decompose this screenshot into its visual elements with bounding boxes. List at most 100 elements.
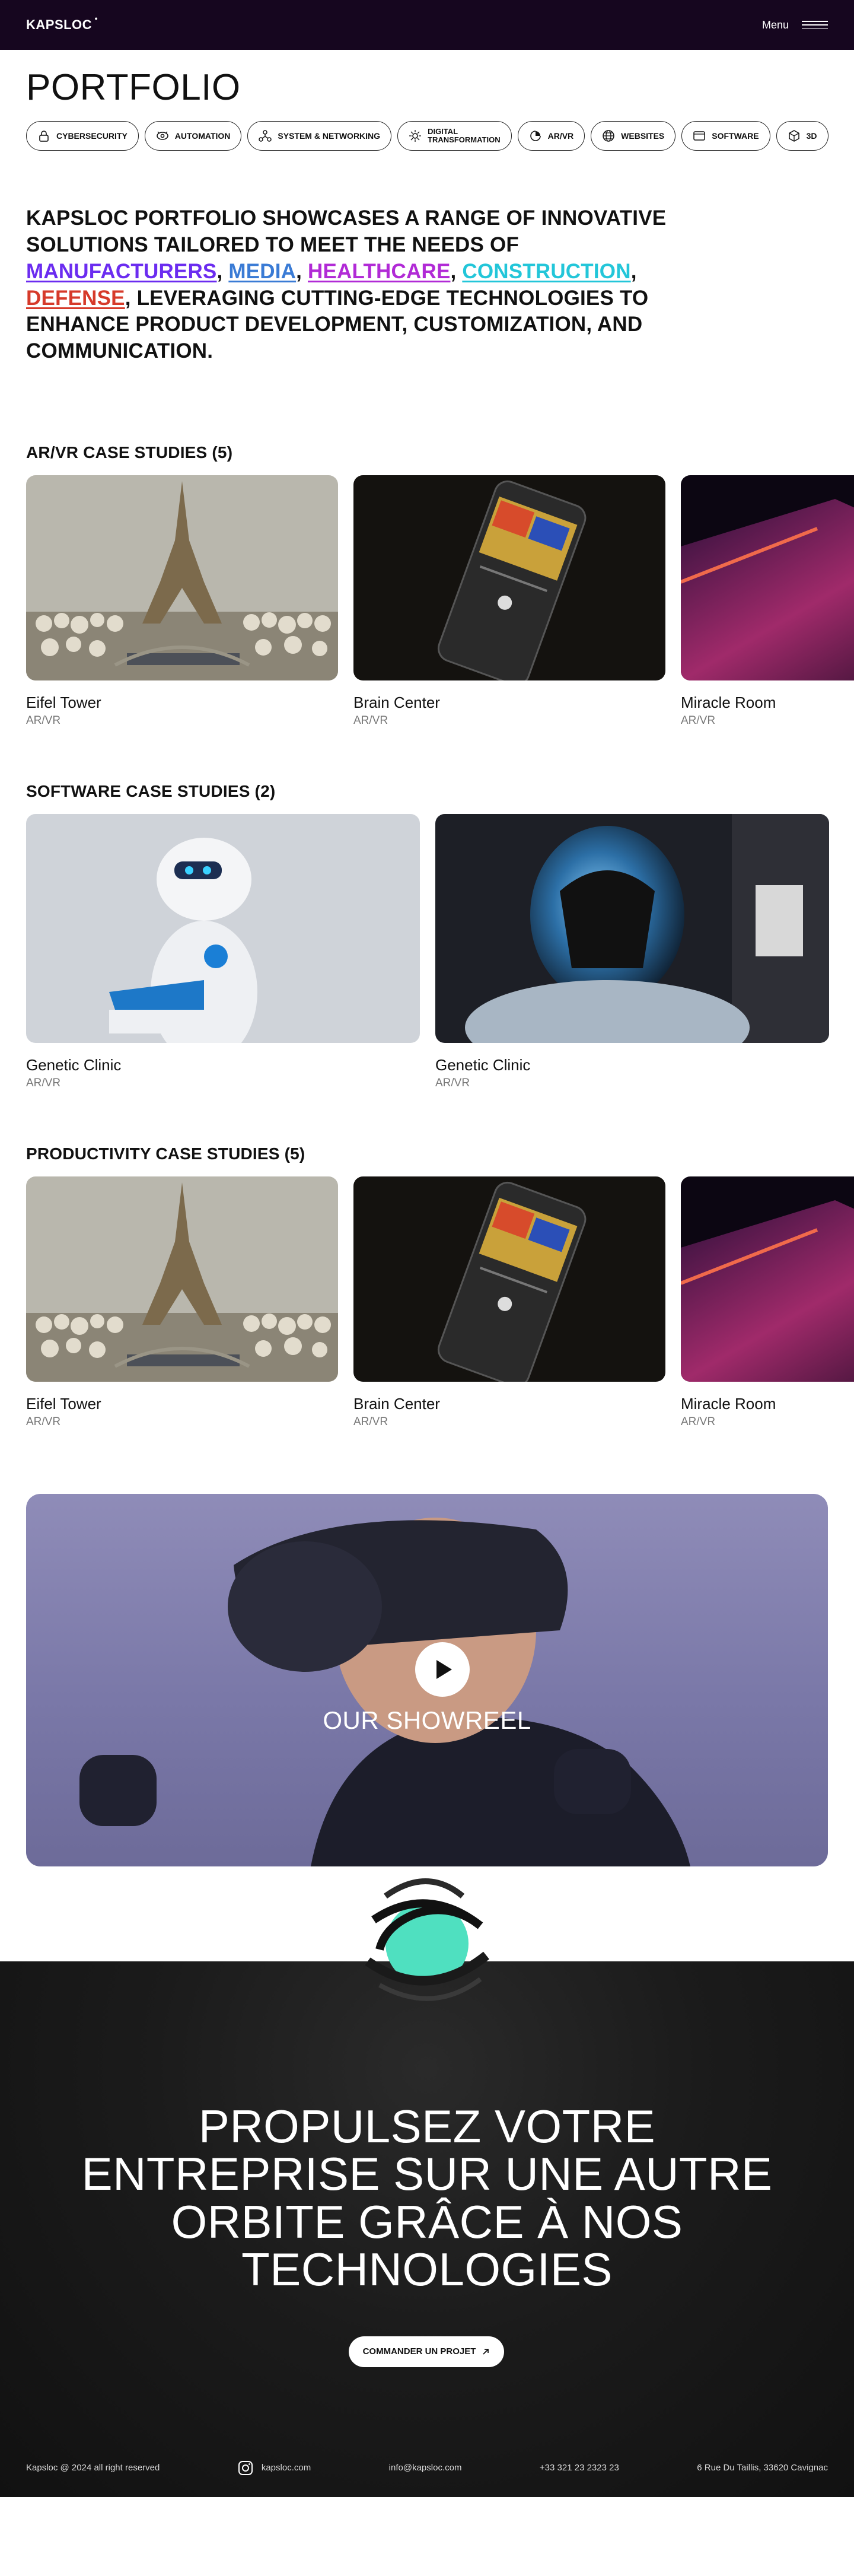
cube-icon bbox=[788, 129, 801, 142]
intro-separator: , bbox=[296, 259, 308, 283]
card-tag: AR/VR bbox=[26, 714, 61, 727]
filter-label: TRANSFORMATION bbox=[428, 135, 501, 145]
case-study-card[interactable]: Genetic Clinic AR/VR bbox=[26, 813, 420, 1090]
case-study-row: Genetic Clinic AR/VR Genetic Clinic AR/V… bbox=[26, 813, 854, 1090]
filter-digital-transformation[interactable]: DIGITAL TRANSFORMATION bbox=[397, 121, 512, 151]
section-title: PRODUCTIVITY CASE STUDIES (5) bbox=[26, 1144, 305, 1163]
card-tag: AR/VR bbox=[26, 1076, 61, 1089]
cta-line: ENTREPRISE SUR UNE AUTRE bbox=[81, 2148, 773, 2200]
network-icon bbox=[259, 129, 272, 142]
eiffel-tower-thumbnail bbox=[26, 475, 338, 680]
eye-gear-icon bbox=[156, 129, 169, 142]
showreel-label: OUR SHOWREEL bbox=[323, 1706, 531, 1734]
intro-separator: , bbox=[630, 259, 637, 283]
section-title: AR/VR CASE STUDIES (5) bbox=[26, 443, 233, 462]
lock-icon bbox=[37, 129, 50, 142]
card-title: Miracle Room bbox=[681, 1394, 776, 1413]
email-link[interactable]: info@kapsloc.com bbox=[389, 2463, 462, 2473]
address-text: 6 Rue Du Taillis, 33620 Cavignac bbox=[697, 2463, 828, 2473]
filter-label: CYBERSECURITY bbox=[56, 131, 128, 141]
cta-section: PROPULSEZ VOTRE ENTREPRISE SUR UNE AUTRE… bbox=[0, 1878, 854, 2497]
filter-label: WEBSITES bbox=[621, 131, 665, 141]
case-study-card[interactable]: Genetic Clinic AR/VR bbox=[435, 813, 829, 1090]
order-project-button[interactable]: COMMANDER UN PROJET bbox=[349, 2336, 504, 2367]
logo-mark: • bbox=[94, 14, 98, 23]
kapsloc-logo[interactable]: KAPSLOC • bbox=[26, 14, 98, 33]
filter-label: AR/VR bbox=[547, 131, 574, 141]
case-study-card[interactable]: Brain Center AR/VR bbox=[353, 475, 665, 727]
page-title: PORTFOLIO bbox=[26, 67, 241, 108]
filter-label: DIGITAL bbox=[428, 126, 458, 136]
globe-icon bbox=[602, 129, 615, 142]
instagram-handle: kapsloc.com bbox=[261, 2463, 311, 2473]
showreel-video[interactable]: OUR SHOWREEL bbox=[26, 1493, 828, 1866]
instagram-link[interactable]: kapsloc.com bbox=[238, 2460, 311, 2476]
software-case-studies: SOFTWARE CASE STUDIES (2) Genetic Clinic… bbox=[0, 782, 854, 1090]
play-icon bbox=[436, 1659, 452, 1679]
filter-label: SOFTWARE bbox=[712, 131, 759, 141]
case-study-card[interactable]: Brain Center AR/VR bbox=[353, 1176, 665, 1429]
category-filters: CYBERSECURITY AUTOMATION SYSTEM & NETWOR… bbox=[0, 108, 854, 151]
menu-label: Menu bbox=[761, 18, 789, 31]
miracle-room-thumbnail bbox=[681, 475, 854, 680]
filter-label: AUTOMATION bbox=[174, 131, 231, 141]
hamburger-icon bbox=[802, 21, 828, 29]
phone-link[interactable]: +33 321 23 2323 23 bbox=[540, 2463, 619, 2473]
card-tag: AR/VR bbox=[353, 714, 388, 727]
filter-software[interactable]: SOFTWARE bbox=[681, 121, 770, 151]
intro-statement: KAPSLOC PORTFOLIO SHOWCASES A RANGE OF I… bbox=[0, 151, 747, 365]
productivity-case-studies: PRODUCTIVITY CASE STUDIES (5) Eifel Towe… bbox=[0, 1144, 854, 1429]
logo-text: KAPSLOC bbox=[26, 17, 93, 32]
arrow-up-right-icon bbox=[483, 2349, 489, 2355]
industry-link-construction[interactable]: CONSTRUCTION bbox=[462, 260, 630, 283]
card-title: Miracle Room bbox=[681, 693, 776, 711]
filter-cybersecurity[interactable]: CYBERSECURITY bbox=[26, 121, 139, 151]
orb-3d-graphic bbox=[365, 1878, 489, 2001]
intro-text: KAPSLOC PORTFOLIO SHOWCASES A RANGE OF I… bbox=[26, 206, 667, 256]
filter-automation[interactable]: AUTOMATION bbox=[144, 121, 242, 151]
case-study-card[interactable]: Eifel Tower AR/VR bbox=[26, 475, 338, 727]
industry-link-media[interactable]: MEDIA bbox=[228, 260, 296, 283]
industry-link-manufacturers[interactable]: MANUFACTURERS bbox=[26, 260, 216, 283]
vr-icon bbox=[529, 129, 542, 142]
filter-arvr[interactable]: AR/VR bbox=[517, 121, 585, 151]
button-label: COMMANDER UN PROJET bbox=[362, 2346, 476, 2357]
card-title: Brain Center bbox=[353, 1394, 440, 1413]
instagram-icon bbox=[238, 2460, 253, 2475]
footer: Kapsloc @ 2024 all right reserved kapslo… bbox=[26, 2460, 828, 2476]
card-title: Genetic Clinic bbox=[435, 1055, 531, 1074]
menu-button[interactable]: Menu bbox=[762, 19, 828, 31]
filter-system-networking[interactable]: SYSTEM & NETWORKING bbox=[247, 121, 392, 151]
arvr-case-studies: AR/VR CASE STUDIES (5) Eifel Tower AR/VR bbox=[0, 443, 854, 727]
intro-separator: , bbox=[216, 259, 229, 283]
eiffel-tower-thumbnail bbox=[26, 1176, 338, 1382]
play-button[interactable] bbox=[415, 1642, 470, 1697]
case-study-card[interactable]: Miracle Room AR/VR bbox=[681, 475, 854, 727]
brain-center-thumbnail bbox=[353, 475, 665, 680]
industry-link-defense[interactable]: DEFENSE bbox=[26, 287, 125, 310]
card-title: Eifel Tower bbox=[26, 693, 101, 711]
top-header: KAPSLOC • Menu bbox=[0, 0, 854, 50]
industry-link-healthcare[interactable]: HEALTHCARE bbox=[308, 260, 451, 283]
armored-robot-thumbnail bbox=[435, 813, 829, 1043]
card-tag: AR/VR bbox=[681, 1415, 716, 1428]
filter-websites[interactable]: WEBSITES bbox=[591, 121, 676, 151]
cta-headline: PROPULSEZ VOTRE ENTREPRISE SUR UNE AUTRE… bbox=[0, 2103, 854, 2293]
sun-gear-icon bbox=[409, 129, 422, 142]
card-title: Eifel Tower bbox=[26, 1394, 101, 1413]
filter-label: SYSTEM & NETWORKING bbox=[278, 131, 381, 141]
intro-separator: , bbox=[450, 259, 463, 283]
case-study-row: Eifel Tower AR/VR Brain Center AR/VR Mir… bbox=[26, 1176, 854, 1429]
filter-3d[interactable]: 3D bbox=[776, 121, 828, 151]
brain-center-thumbnail bbox=[353, 1176, 665, 1382]
robot-laptop-thumbnail bbox=[26, 813, 420, 1043]
case-study-card[interactable]: Miracle Room AR/VR bbox=[681, 1176, 854, 1429]
section-title: SOFTWARE CASE STUDIES (2) bbox=[26, 781, 276, 800]
card-tag: AR/VR bbox=[353, 1415, 388, 1428]
card-tag: AR/VR bbox=[435, 1076, 470, 1089]
cta-line: ORBITE GRÂCE À NOS bbox=[171, 2195, 683, 2248]
cta-line: PROPULSEZ VOTRE bbox=[198, 2100, 656, 2152]
miracle-room-thumbnail bbox=[681, 1176, 854, 1382]
copyright-text: Kapsloc @ 2024 all right reserved bbox=[26, 2463, 160, 2473]
case-study-card[interactable]: Eifel Tower AR/VR bbox=[26, 1176, 338, 1429]
